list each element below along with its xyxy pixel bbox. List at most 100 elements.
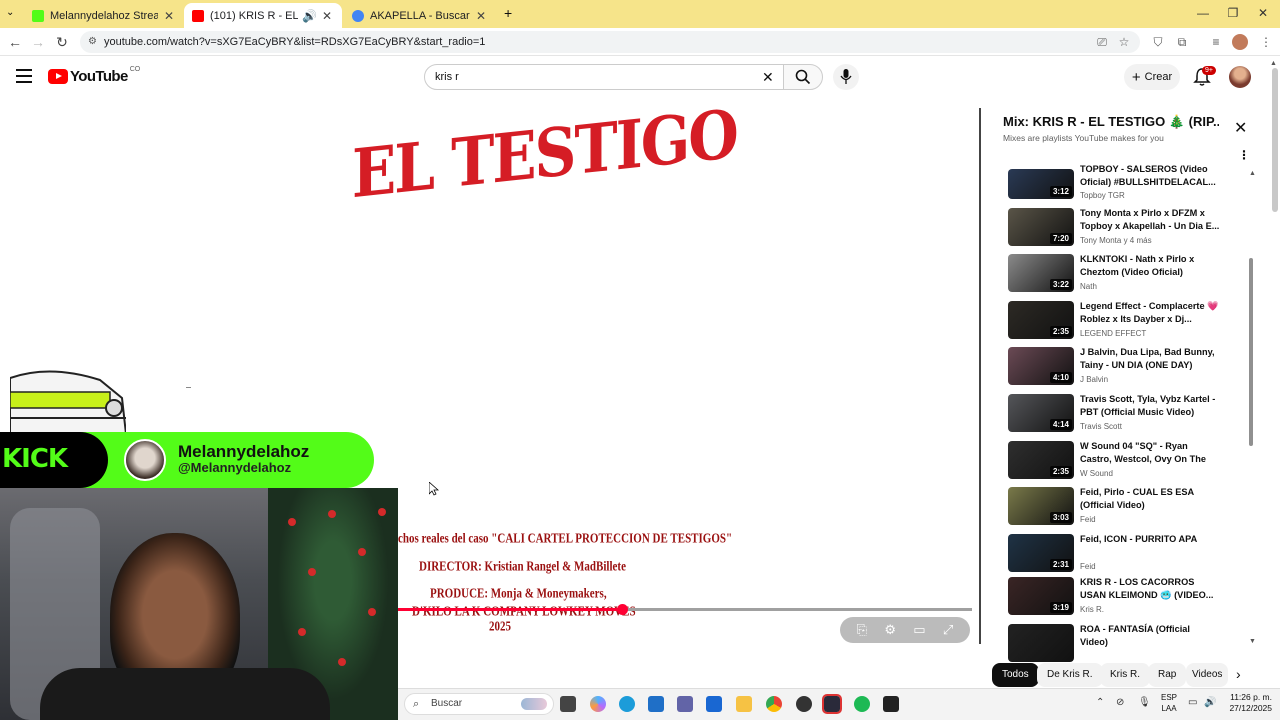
chevron-right-icon[interactable]: › [1236,666,1241,682]
video-thumbnail[interactable]: 3:22 [1008,254,1074,292]
media-control-icon[interactable]: ≡ [1208,34,1224,50]
playlist-item-channel[interactable]: W Sound [1080,469,1113,478]
forward-icon[interactable]: → [28,34,48,50]
store-icon[interactable] [706,696,722,712]
video-thumbnail[interactable]: 2:31 [1008,534,1074,572]
playlist-item-channel[interactable]: Feid [1080,515,1096,524]
close-playlist-icon[interactable]: ✕ [1234,118,1247,138]
shield-icon[interactable]: ⛉ [1150,34,1166,50]
playlist-item-title[interactable]: KLKNTOKI - Nath x Pirlo x Cheztom (Video… [1080,253,1220,279]
profile-avatar[interactable] [1232,34,1248,50]
playlist-item-title[interactable]: Tony Monta x Pirlo x DFZM x Topboy x Aka… [1080,207,1220,233]
playlist-item-title[interactable]: ROA - FANTASÍA (Official Video) [1080,623,1220,649]
playlist-item-title[interactable]: Travis Scott, Tyla, Vybz Kartel - PBT (O… [1080,393,1220,419]
playlist-item[interactable]: 3:22 KLKNTOKI - Nath x Pirlo x Cheztom (V… [1008,254,1244,300]
taskbar-search[interactable]: ⌕ Buscar [404,693,554,715]
bookmark-star-icon[interactable]: ☆ [1116,34,1132,50]
search-input[interactable]: kris r [424,64,784,90]
playlist-item-channel[interactable]: Travis Scott [1080,422,1122,431]
video-thumbnail[interactable]: 4:14 [1008,394,1074,432]
video-thumbnail[interactable]: 3:03 [1008,487,1074,525]
chip-todos[interactable]: Todos [992,663,1039,687]
playlist-item-channel[interactable]: LEGEND EFFECT [1080,329,1146,338]
file-explorer-icon[interactable] [736,696,752,712]
more-options-icon[interactable]: ⋮ [1238,148,1250,162]
reload-icon[interactable]: ↻ [52,34,72,50]
playlist-item-title[interactable]: KRIS R - LOS CACORROS USAN KLEIMOND 🥶 (V… [1080,576,1220,602]
address-bar[interactable]: ⚙ youtube.com/watch?v=sXG7EaCyBRY&list=R… [80,31,1140,53]
tab-kick-stream[interactable]: Melannydelahoz Stream - Watc ✕ [24,3,184,28]
chip-videos[interactable]: Videos [1186,663,1228,687]
subtitles-icon[interactable]: ⎘ [857,622,867,638]
video-thumbnail[interactable]: 2:35 [1008,301,1074,339]
page-scroll-up-icon[interactable]: ▲ [1270,60,1277,67]
chrome-icon[interactable] [766,696,782,712]
tab-youtube[interactable]: (101) KRIS R - EL TESTIGO 🔊 ✕ [184,3,342,28]
tray-display-icon[interactable]: ▭ [1188,697,1197,708]
minimize-icon[interactable]: — [1188,6,1218,20]
video-thumbnail[interactable]: 2:35 [1008,441,1074,479]
chip-de-kris-r[interactable]: De Kris R. [1037,663,1103,687]
search-button[interactable] [783,64,823,90]
spotify-icon[interactable] [854,696,870,712]
copilot-icon[interactable] [590,696,606,712]
video-thumbnail[interactable]: 7:20 [1008,208,1074,246]
playlist-item-channel[interactable]: Tony Monta y 4 más [1080,236,1152,245]
playlist-item[interactable]: 7:20 Tony Monta x Pirlo x DFZM x Topboy x… [1008,208,1244,254]
chip-kris-r[interactable]: Kris R. [1100,663,1150,687]
progress-scrubber-handle[interactable] [616,604,628,615]
youtube-logo[interactable]: YouTube CO [48,66,140,85]
tray-mic-icon[interactable]: 🎙 [1138,697,1151,708]
tray-network-off-icon[interactable]: ⊘ [1116,697,1124,708]
site-info-icon[interactable]: ⚙ [88,31,97,53]
playlist-item[interactable]: 4:10 J Balvin, Dua Lipa, Bad Bunny, Tainy… [1008,347,1244,393]
new-tab-icon[interactable]: + [504,5,512,21]
playlist-item-title[interactable]: W Sound 04 "SQ" - Ryan Castro, Westcol, … [1080,440,1220,467]
playlist-item-channel[interactable]: Feid [1080,562,1096,571]
speaker-icon[interactable]: 🔊 [302,9,317,23]
close-tab-icon[interactable]: ✕ [474,9,488,23]
obs-icon[interactable] [796,696,812,712]
video-thumbnail[interactable]: 4:10 [1008,347,1074,385]
scroll-up-icon[interactable]: ▲ [1249,170,1256,177]
video-thumbnail[interactable]: 3:12 [1008,169,1074,199]
page-scrollbar[interactable] [1272,68,1278,212]
tab-search-icon[interactable]: ⌄ [6,7,14,18]
browser-menu-icon[interactable]: ⋮ [1258,34,1274,50]
video-thumbnail[interactable]: 3:19 [1008,577,1074,615]
playlist-item-channel[interactable]: Nath [1080,282,1097,291]
system-clock[interactable]: 11:26 p. m. 27/12/2025 [1222,692,1272,714]
settings-gear-icon[interactable]: ⚙ [884,622,896,638]
menu-hamburger-icon[interactable] [16,69,32,83]
create-button[interactable]: + Crear [1124,64,1180,90]
tab-google[interactable]: AKAPELLA - Buscar con Google ✕ [344,3,496,28]
playlist-item-channel[interactable]: J Balvin [1080,375,1108,384]
close-tab-icon[interactable]: ✕ [162,9,176,23]
playlist-item-title[interactable]: J Balvin, Dua Lipa, Bad Bunny, Tainy - U… [1080,346,1220,372]
chip-rap[interactable]: Rap [1148,663,1187,687]
video-thumbnail[interactable] [1008,624,1074,662]
restore-icon[interactable]: ❐ [1218,6,1248,20]
extensions-icon[interactable]: ⧉ [1174,34,1190,50]
scroll-down-icon[interactable]: ▼ [1249,638,1256,645]
playlist-item-channel[interactable]: Topboy TGR [1080,191,1125,200]
close-tab-icon[interactable]: ✕ [320,9,334,23]
playlist-item-title[interactable]: Legend Effect - Complacerte 💗 Roblez x I… [1080,300,1220,326]
miniplayer-icon[interactable]: ▭ [913,622,925,638]
teams-icon[interactable] [677,696,693,712]
tray-chevron-icon[interactable]: ⌃ [1096,697,1104,708]
install-app-icon[interactable]: ⎚ [1094,34,1110,50]
back-icon[interactable]: ← [5,34,25,50]
edge-icon[interactable] [619,696,635,712]
tray-volume-icon[interactable]: 🔊 [1204,697,1216,708]
playlist-item[interactable]: 2:31 Feid, ICON - PURRITO APA Feid [1008,534,1244,580]
playlist-item[interactable]: 3:12 TOPBOY - SALSEROS (Video Oficial) #B… [1008,164,1244,200]
playlist-item-title[interactable]: Feid, ICON - PURRITO APA [1080,533,1220,546]
playlist-item[interactable]: 2:35 Legend Effect - Complacerte 💗 Roblez… [1008,301,1244,347]
playlist-title[interactable]: Mix: KRIS R - EL TESTIGO 🎄 (RIP... [1003,114,1219,130]
app-icon[interactable] [822,694,842,714]
playlist-scrollbar[interactable] [1249,258,1253,446]
task-view-icon[interactable] [560,696,576,712]
playlist-item-channel[interactable]: Kris R. [1080,605,1104,614]
app-icon-2[interactable] [883,696,899,712]
